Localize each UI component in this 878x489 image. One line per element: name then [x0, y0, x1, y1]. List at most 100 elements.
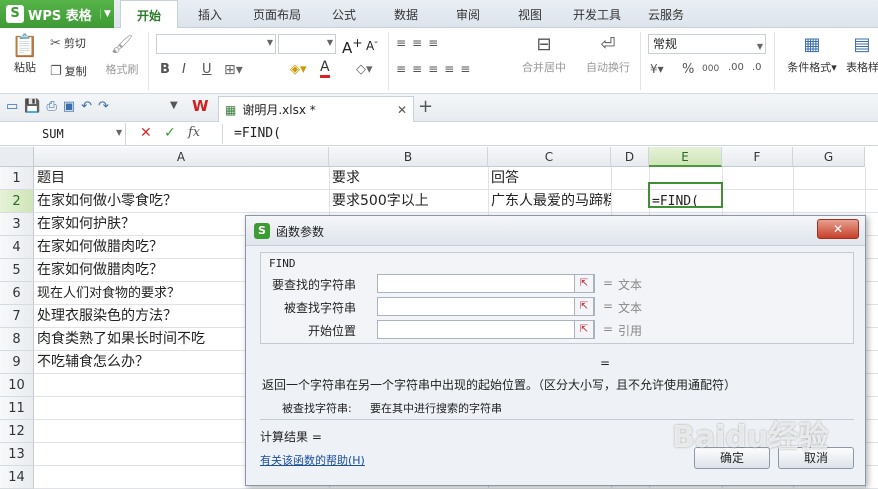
- dialog-close-button[interactable]: ✕: [817, 219, 859, 239]
- chevron-down-icon: ▼: [756, 42, 763, 51]
- select-all-corner[interactable]: [0, 147, 34, 167]
- name-box[interactable]: SUM: [0, 123, 126, 145]
- bold-button[interactable]: B: [160, 62, 170, 77]
- row-header[interactable]: 11: [0, 397, 34, 420]
- fill-color-icon[interactable]: ◈▾: [290, 62, 307, 77]
- font-grow-button[interactable]: A+: [342, 35, 363, 57]
- paste-button[interactable]: 📋 粘贴: [8, 34, 42, 90]
- column-header-c[interactable]: C: [488, 147, 611, 167]
- range-select-icon[interactable]: ⇱: [574, 274, 594, 293]
- borders-icon[interactable]: ⊞▾: [224, 62, 243, 78]
- row-header[interactable]: 5: [0, 259, 34, 282]
- row-header[interactable]: 7: [0, 305, 34, 328]
- document-tab[interactable]: ▦ 谢明月.xlsx * ✕: [218, 96, 414, 122]
- italic-button[interactable]: I: [182, 62, 186, 77]
- function-description: 返回一个字符串在另一个字符串中出现的起始位置。（区分大小写，且不允许使用通配符）: [262, 378, 737, 392]
- name-box-dropdown-icon[interactable]: ▼: [116, 128, 122, 137]
- cell-b2[interactable]: 要求500字以上: [329, 190, 488, 213]
- row-header[interactable]: 1: [0, 167, 34, 190]
- font-name-select[interactable]: ▼: [156, 34, 276, 54]
- function-result-eq: =: [600, 356, 611, 370]
- close-tab-icon[interactable]: ✕: [397, 103, 407, 117]
- column-header-f[interactable]: F: [722, 147, 793, 167]
- merge-center-button[interactable]: ⊟ 合并居中: [514, 34, 574, 75]
- underline-button[interactable]: U: [202, 62, 212, 77]
- dialog-title-bar[interactable]: S 函数参数 ✕: [246, 216, 865, 246]
- wrap-text-icon: ⏎: [600, 34, 616, 55]
- clear-format-icon[interactable]: ◇▾: [356, 62, 373, 77]
- tab-cloud[interactable]: 云服务: [638, 0, 694, 28]
- param-input[interactable]: [377, 274, 595, 293]
- column-header-a[interactable]: A: [34, 147, 329, 167]
- calc-result-label: 计算结果 =: [260, 430, 322, 444]
- ribbon-divider: [640, 32, 641, 90]
- vertical-align-icons[interactable]: ≡≡≡: [396, 36, 444, 50]
- row-header[interactable]: 12: [0, 420, 34, 443]
- row-header[interactable]: 2: [0, 190, 34, 213]
- conditional-format-icon: ▦: [803, 34, 821, 55]
- wrap-text-button[interactable]: ⏎ 自动换行: [582, 34, 634, 75]
- param-help-label: 被查找字符串:: [282, 402, 352, 415]
- tab-data[interactable]: 数据: [384, 0, 428, 28]
- column-header-d[interactable]: D: [611, 147, 649, 167]
- font-color-label: A: [320, 59, 330, 75]
- cell-c1[interactable]: 回答: [488, 167, 611, 190]
- row-header[interactable]: 6: [0, 282, 34, 305]
- row-header[interactable]: 10: [0, 374, 34, 397]
- number-format-select[interactable]: 常规 ▼: [648, 34, 766, 54]
- row-header[interactable]: 3: [0, 213, 34, 236]
- app-menu-button[interactable]: S WPS 表格 ▼: [0, 0, 114, 28]
- cut-button[interactable]: ✂ 剪切: [50, 34, 86, 52]
- font-grow-label: A: [342, 39, 353, 57]
- row-header[interactable]: 14: [0, 466, 34, 489]
- row-header[interactable]: 8: [0, 328, 34, 351]
- column-header-b[interactable]: B: [329, 147, 488, 167]
- tab-page-layout[interactable]: 页面布局: [244, 0, 310, 28]
- cut-label: 剪切: [63, 37, 86, 50]
- tab-insert[interactable]: 插入: [186, 0, 234, 28]
- tab-developer[interactable]: 开发工具: [566, 0, 628, 28]
- currency-icon[interactable]: ¥▾: [650, 62, 664, 76]
- row-header[interactable]: 4: [0, 236, 34, 259]
- cell-b1[interactable]: 要求: [329, 167, 488, 190]
- tab-formulas[interactable]: 公式: [322, 0, 366, 28]
- merge-cells-icon: ⊟: [536, 34, 552, 55]
- cell-c2[interactable]: 广东人最爱的马蹄糕是: [488, 190, 611, 213]
- thousands-button[interactable]: 000: [702, 64, 719, 74]
- quick-access-icons[interactable]: ▭💾⎙▣↶↷: [6, 99, 115, 114]
- quick-access-dropdown-icon[interactable]: ▼: [170, 100, 178, 111]
- new-tab-icon[interactable]: +: [418, 96, 433, 117]
- table-style-button[interactable]: ▤ 表格样: [846, 34, 878, 75]
- column-header-g[interactable]: G: [793, 147, 865, 167]
- range-select-icon[interactable]: ⇱: [574, 320, 594, 339]
- active-cell-outline: [648, 182, 723, 208]
- increase-decimal-icon[interactable]: .00: [728, 62, 744, 73]
- row-header[interactable]: 13: [0, 443, 34, 466]
- tab-review[interactable]: 审阅: [446, 0, 490, 28]
- conditional-format-label: 条件格式: [787, 61, 832, 74]
- function-help-link[interactable]: 有关该函数的帮助(H): [260, 452, 365, 468]
- insert-function-button[interactable]: fx: [188, 125, 200, 140]
- range-select-icon[interactable]: ⇱: [574, 297, 594, 316]
- cell-a2[interactable]: 在家如何做小零食吃？: [34, 190, 329, 213]
- conditional-format-button[interactable]: ▦ 条件格式▾: [780, 34, 844, 75]
- font-color-button[interactable]: A: [320, 60, 330, 78]
- confirm-formula-icon[interactable]: ✓: [164, 125, 176, 141]
- format-painter-button[interactable]: 🖌 格式刷: [104, 34, 140, 77]
- row-header[interactable]: 9: [0, 351, 34, 374]
- tab-home[interactable]: 开始: [120, 0, 178, 29]
- cancel-formula-icon[interactable]: ✕: [140, 125, 152, 141]
- percent-button[interactable]: %: [682, 62, 694, 77]
- merge-center-label: 合并居中: [522, 61, 566, 74]
- font-shrink-button[interactable]: A-: [366, 37, 378, 53]
- formula-input[interactable]: =FIND(: [234, 126, 281, 141]
- cell-a1[interactable]: 题目: [34, 167, 329, 190]
- param-input[interactable]: [377, 320, 595, 339]
- param-input[interactable]: [377, 297, 595, 316]
- tab-view[interactable]: 视图: [508, 0, 552, 28]
- decrease-decimal-icon[interactable]: .0: [752, 62, 762, 73]
- horizontal-align-icons[interactable]: ≡≡≡≡≡: [396, 62, 476, 76]
- column-header-e[interactable]: E: [649, 147, 722, 167]
- font-size-select[interactable]: ▼: [278, 34, 336, 54]
- copy-button[interactable]: ❐ 复制: [50, 62, 87, 80]
